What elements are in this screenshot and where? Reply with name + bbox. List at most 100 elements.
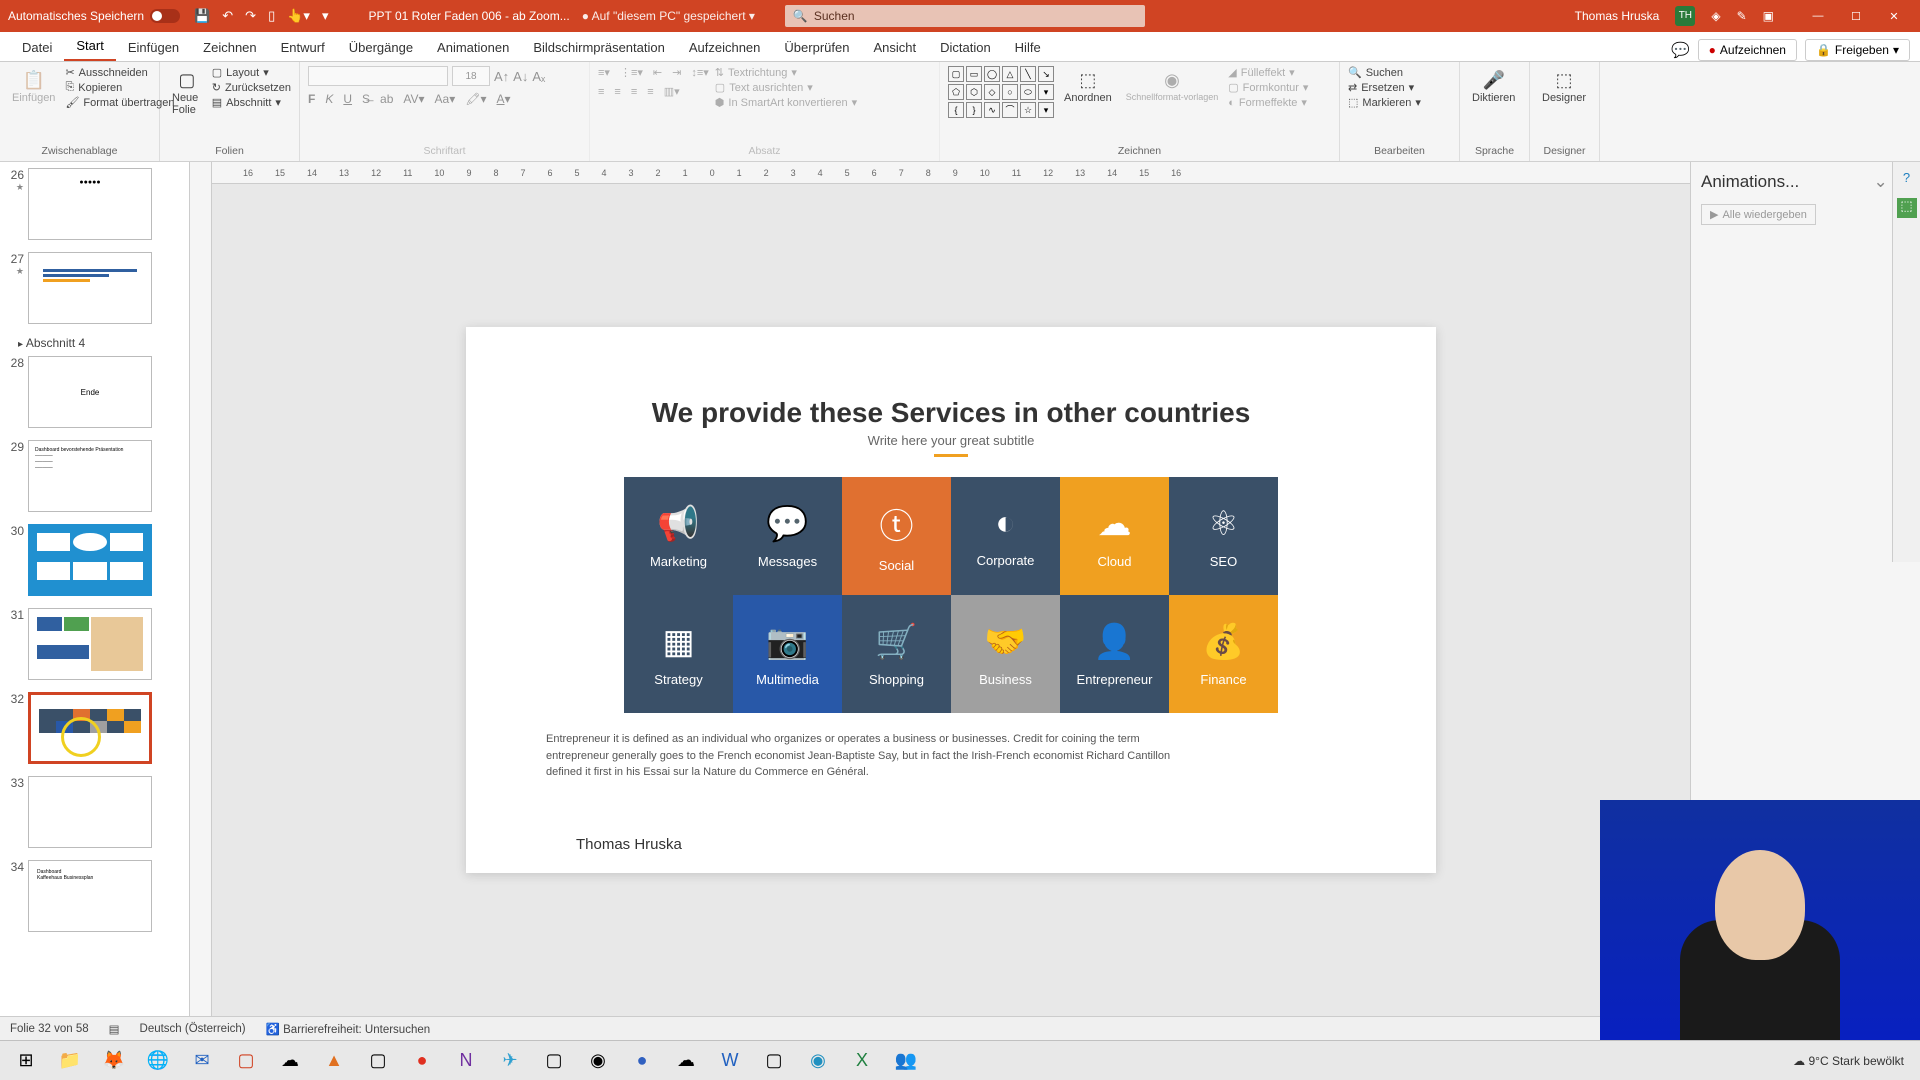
app-icon-7[interactable]: ▢ bbox=[752, 1043, 796, 1079]
qat-more-icon[interactable]: ▾ bbox=[322, 8, 329, 24]
copy-button[interactable]: ⎘ Kopieren bbox=[65, 81, 174, 94]
text-direction-button[interactable]: ⇅ Textrichtung ▾ bbox=[715, 66, 857, 79]
cut-button[interactable]: ✂ Ausschneiden bbox=[65, 66, 174, 79]
thumb-34[interactable]: 34DashboardKaffeehaus Businessplan bbox=[6, 860, 183, 932]
bold-button[interactable]: F bbox=[308, 92, 315, 106]
tab-aufzeichnen[interactable]: Aufzeichnen bbox=[677, 34, 773, 61]
touch-icon[interactable]: 👆▾ bbox=[287, 8, 310, 24]
align-left-icon[interactable]: ≡ bbox=[598, 86, 604, 98]
tile-shopping[interactable]: 🛒Shopping bbox=[842, 595, 951, 713]
tile-strategy[interactable]: ▦Strategy bbox=[624, 595, 733, 713]
user-name[interactable]: Thomas Hruska bbox=[1575, 9, 1660, 23]
underline-button[interactable]: U bbox=[343, 92, 352, 106]
outline-button[interactable]: ▢ Formkontur ▾ bbox=[1228, 81, 1308, 94]
thumb-31[interactable]: 31 bbox=[6, 608, 183, 680]
weather-widget[interactable]: ☁ 9°C Stark bewölkt bbox=[1793, 1054, 1904, 1068]
excel-icon[interactable]: X bbox=[840, 1043, 884, 1079]
explorer-icon[interactable]: 📁 bbox=[48, 1043, 92, 1079]
vlc-icon[interactable]: ▲ bbox=[312, 1043, 356, 1079]
justify-icon[interactable]: ≡ bbox=[647, 86, 653, 98]
slide-author[interactable]: Thomas Hruska bbox=[576, 836, 682, 853]
share-button[interactable]: 🔒 Freigeben ▾ bbox=[1805, 39, 1910, 61]
font-size-combo[interactable]: 18 bbox=[452, 66, 490, 86]
tile-messages[interactable]: 💬Messages bbox=[733, 477, 842, 595]
shadow-button[interactable]: ab bbox=[380, 92, 393, 106]
pen-icon[interactable]: ✎ bbox=[1737, 9, 1747, 23]
record-button[interactable]: Aufzeichnen bbox=[1698, 39, 1797, 61]
slideshow-icon[interactable]: ▯ bbox=[268, 8, 275, 24]
replace-button[interactable]: ⇄ Ersetzen ▾ bbox=[1348, 81, 1421, 94]
paste-button[interactable]: 📋Einfügen bbox=[8, 66, 59, 143]
numbering-icon[interactable]: ⋮≡▾ bbox=[620, 66, 643, 79]
format-painter-button[interactable]: 🖌 Format übertragen bbox=[65, 96, 174, 109]
quickstyle-button[interactable]: ◉Schnellformat-vorlagen bbox=[1122, 66, 1223, 143]
app-icon-3[interactable]: ● bbox=[400, 1043, 444, 1079]
arrange-button[interactable]: ⬚Anordnen bbox=[1060, 66, 1116, 143]
slide-counter[interactable]: Folie 32 von 58 bbox=[10, 1023, 89, 1035]
slide-paragraph[interactable]: Entrepreneur it is defined as an individ… bbox=[546, 731, 1186, 781]
toggle-switch[interactable] bbox=[150, 9, 180, 23]
tile-cloud[interactable]: ☁Cloud bbox=[1060, 477, 1169, 595]
tile-corporate[interactable]: ◐Corporate bbox=[951, 477, 1060, 595]
window-icon[interactable]: ▣ bbox=[1763, 9, 1774, 23]
dictate-button[interactable]: 🎤Diktieren bbox=[1468, 66, 1519, 143]
effects-button[interactable]: ◐ Formeffekte ▾ bbox=[1228, 96, 1308, 109]
outlook-icon[interactable]: ✉ bbox=[180, 1043, 224, 1079]
highlight-button[interactable]: 🖍▾ bbox=[465, 92, 486, 106]
minimize-button[interactable]: — bbox=[1800, 4, 1836, 28]
designer-button[interactable]: ⬚Designer bbox=[1538, 66, 1590, 143]
app-icon-6[interactable]: ☁ bbox=[664, 1043, 708, 1079]
play-all-button[interactable]: ▶ Alle wiedergeben bbox=[1701, 204, 1816, 225]
align-text-button[interactable]: ▢ Text ausrichten ▾ bbox=[715, 81, 857, 94]
tab-zeichnen[interactable]: Zeichnen bbox=[191, 34, 268, 61]
tile-social[interactable]: ⓣSocial bbox=[842, 477, 951, 595]
tab-datei[interactable]: Datei bbox=[10, 34, 64, 61]
thumb-29[interactable]: 29Dashboard bevorstehende Präsentation──… bbox=[6, 440, 183, 512]
tile-finance[interactable]: 💰Finance bbox=[1169, 595, 1278, 713]
app-icon-5[interactable]: ● bbox=[620, 1043, 664, 1079]
animpane-chevron-icon[interactable]: ⌄ bbox=[1874, 172, 1888, 192]
tile-marketing[interactable]: 📢Marketing bbox=[624, 477, 733, 595]
redo-icon[interactable]: ↷ bbox=[245, 8, 256, 24]
tab-bildschirm[interactable]: Bildschirmpräsentation bbox=[521, 34, 677, 61]
slide-subtitle[interactable]: Write here your great subtitle bbox=[546, 433, 1356, 457]
columns-icon[interactable]: ▥▾ bbox=[664, 85, 680, 98]
slide-thumbnails[interactable]: 26★●●●●● 27★ Abschnitt 4 28Ende 29Dashbo… bbox=[0, 162, 190, 1016]
save-icon[interactable]: 💾 bbox=[194, 8, 210, 24]
tile-business[interactable]: 🤝Business bbox=[951, 595, 1060, 713]
undo-icon[interactable]: ↶ bbox=[222, 8, 233, 24]
teams-icon[interactable]: 👥 bbox=[884, 1043, 928, 1079]
designer-side-icon[interactable]: ⬚ bbox=[1897, 198, 1917, 218]
word-icon[interactable]: W bbox=[708, 1043, 752, 1079]
slide-title[interactable]: We provide these Services in other count… bbox=[546, 397, 1356, 429]
accessibility-status[interactable]: ♿ Barrierefreiheit: Untersuchen bbox=[266, 1022, 431, 1036]
edge-icon[interactable]: ◉ bbox=[796, 1043, 840, 1079]
case-button[interactable]: Aa▾ bbox=[435, 92, 456, 106]
chrome-icon[interactable]: 🌐 bbox=[136, 1043, 180, 1079]
fill-button[interactable]: ◢ Fülleffekt ▾ bbox=[1228, 66, 1308, 79]
tab-dictation[interactable]: Dictation bbox=[928, 34, 1003, 61]
app-icon-2[interactable]: ▢ bbox=[356, 1043, 400, 1079]
tab-uebergaenge[interactable]: Übergänge bbox=[337, 34, 425, 61]
thumb-27[interactable]: 27★ bbox=[6, 252, 183, 324]
tab-start[interactable]: Start bbox=[64, 32, 115, 61]
powerpoint-icon[interactable]: ▢ bbox=[224, 1043, 268, 1079]
linespacing-icon[interactable]: ↕≡▾ bbox=[691, 66, 708, 79]
align-center-icon[interactable]: ≡ bbox=[614, 86, 620, 98]
firefox-icon[interactable]: 🦊 bbox=[92, 1043, 136, 1079]
font-family-combo[interactable] bbox=[308, 66, 448, 86]
layout-button[interactable]: ▢ Layout ▾ bbox=[212, 66, 291, 79]
indent-icon[interactable]: ⇥ bbox=[672, 66, 681, 79]
section-header[interactable]: Abschnitt 4 bbox=[18, 336, 183, 350]
smartart-button[interactable]: ⬢ In SmartArt konvertieren ▾ bbox=[715, 96, 857, 109]
spacing-button[interactable]: AV▾ bbox=[403, 92, 424, 106]
increase-font-icon[interactable]: A↑ bbox=[494, 69, 509, 84]
align-right-icon[interactable]: ≡ bbox=[631, 86, 637, 98]
thumb-26[interactable]: 26★●●●●● bbox=[6, 168, 183, 240]
thumb-30[interactable]: 30 bbox=[6, 524, 183, 596]
tile-multimedia[interactable]: 📷Multimedia bbox=[733, 595, 842, 713]
save-location[interactable]: ● Auf "diesem PC" gespeichert ▾ bbox=[582, 9, 755, 23]
language-status[interactable]: Deutsch (Österreich) bbox=[140, 1023, 246, 1035]
bullets-icon[interactable]: ≡▾ bbox=[598, 66, 610, 79]
slide[interactable]: We provide these Services in other count… bbox=[466, 327, 1436, 873]
